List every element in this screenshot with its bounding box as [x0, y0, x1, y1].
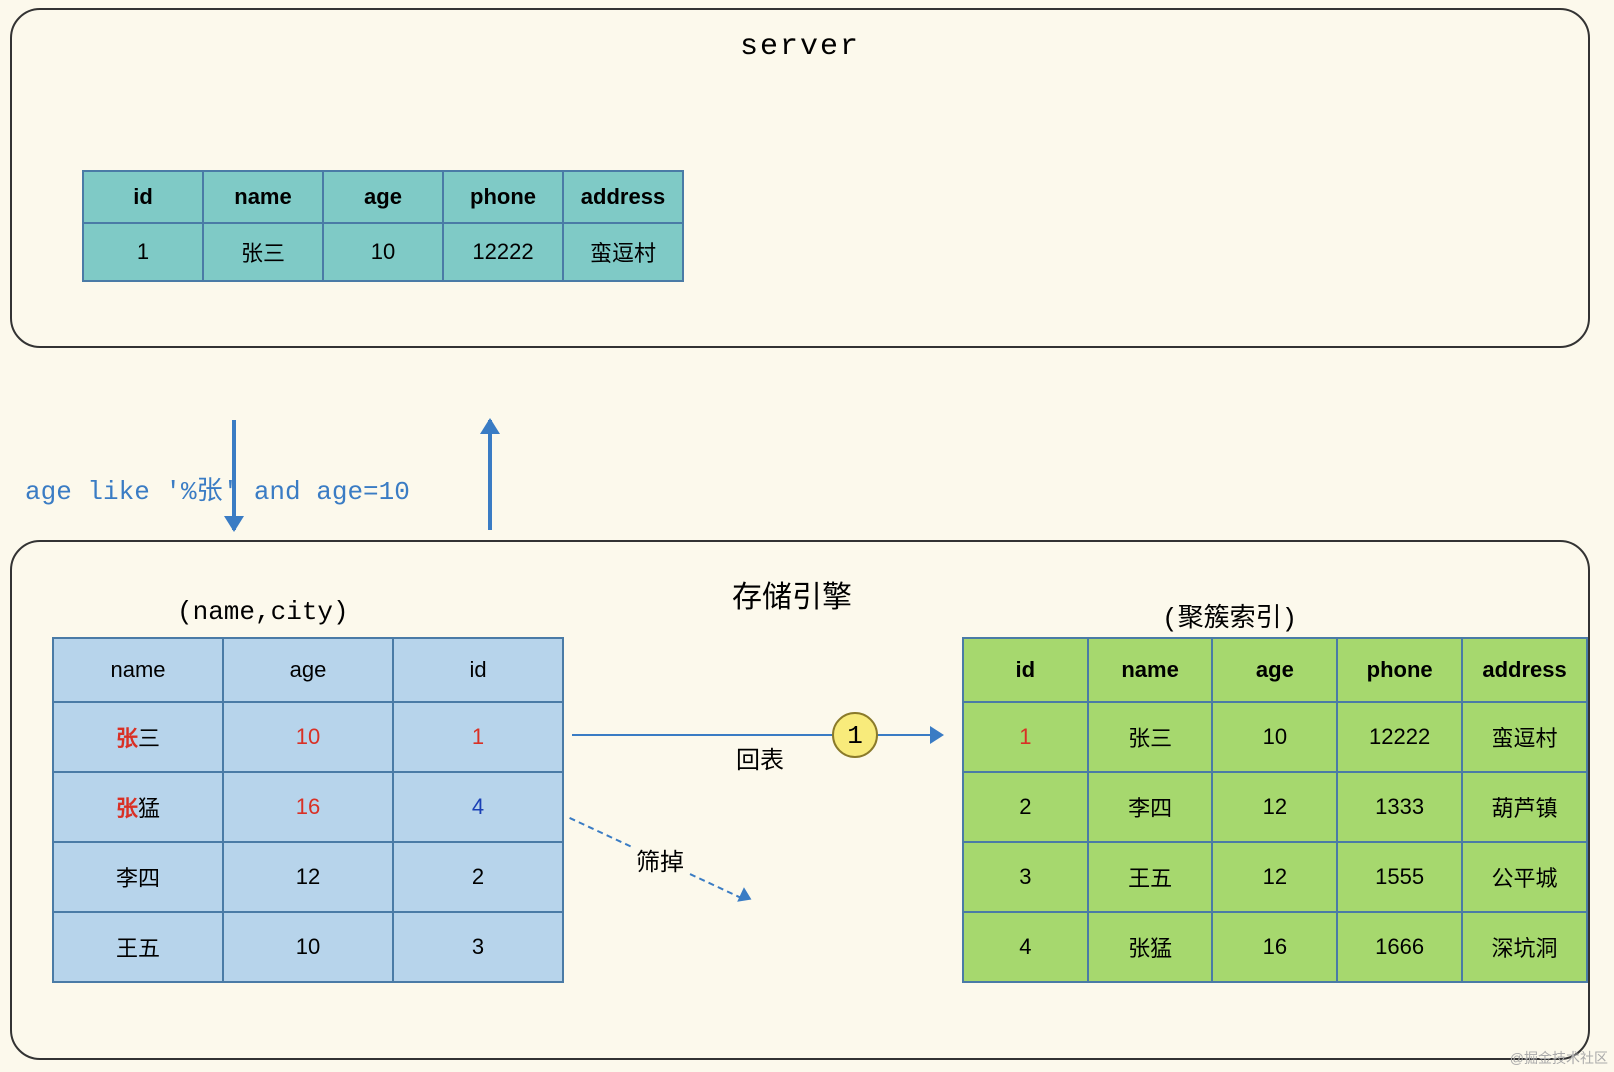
- cell: 张三: [203, 223, 323, 281]
- cell-age: 16: [223, 772, 393, 842]
- cell-age: 12: [223, 842, 393, 912]
- col-id: id: [393, 638, 563, 702]
- col-age: age: [1212, 638, 1337, 702]
- storage-title: 存储引擎: [732, 572, 852, 616]
- table-row: 王五 10 3: [53, 912, 563, 982]
- cell-id: 4: [393, 772, 563, 842]
- secondary-index-table: name age id 张三 10 1 张猛 16 4 李四 12 2 王五 1…: [52, 637, 564, 983]
- cell: 王五: [1088, 842, 1213, 912]
- cell: 1666: [1337, 912, 1462, 982]
- col-address: address: [1462, 638, 1587, 702]
- cell: 3: [963, 842, 1088, 912]
- cell-age: 10: [223, 912, 393, 982]
- cluster-caption: (聚簇索引): [1162, 597, 1297, 634]
- cell: 李四: [1088, 772, 1213, 842]
- cell-id: 3: [393, 912, 563, 982]
- col-age: age: [323, 171, 443, 223]
- col-name: name: [53, 638, 223, 702]
- sql-condition-label: age like '%张' and age=10: [25, 470, 410, 507]
- col-name: name: [1088, 638, 1213, 702]
- storage-panel: 存储引擎 (name,city) (聚簇索引) name age id 张三 1…: [10, 540, 1590, 1060]
- cell: 12222: [1337, 702, 1462, 772]
- cell: 1555: [1337, 842, 1462, 912]
- cell: 1: [963, 702, 1088, 772]
- table-header-row: name age id: [53, 638, 563, 702]
- table-row: 1 张三 10 12222 蛮逗村: [963, 702, 1587, 772]
- table-row: 张猛 16 4: [53, 772, 563, 842]
- cell: 16: [1212, 912, 1337, 982]
- col-id: id: [83, 171, 203, 223]
- col-phone: phone: [443, 171, 563, 223]
- col-age: age: [223, 638, 393, 702]
- col-phone: phone: [1337, 638, 1462, 702]
- watermark: @掘金技术社区: [1510, 1048, 1608, 1068]
- cell: 1: [83, 223, 203, 281]
- table-header-row: id name age phone address: [963, 638, 1587, 702]
- cell: 12: [1212, 772, 1337, 842]
- col-id: id: [963, 638, 1088, 702]
- cell: 2: [963, 772, 1088, 842]
- table-row: 李四 12 2: [53, 842, 563, 912]
- table-row: 2 李四 12 1333 葫芦镇: [963, 772, 1587, 842]
- cell: 葫芦镇: [1462, 772, 1587, 842]
- cell-name: 张三: [53, 702, 223, 772]
- clustered-index-table: id name age phone address 1 张三 10 12222 …: [962, 637, 1588, 983]
- cell: 10: [1212, 702, 1337, 772]
- cell-id: 2: [393, 842, 563, 912]
- filter-label: 筛掉: [632, 842, 688, 877]
- server-panel: server id name age phone address 1 张三 10…: [10, 8, 1590, 348]
- cell: 张猛: [1088, 912, 1213, 982]
- cell: 12: [1212, 842, 1337, 912]
- table-row: 4 张猛 16 1666 深坑洞: [963, 912, 1587, 982]
- cell: 1333: [1337, 772, 1462, 842]
- table-row: 3 王五 12 1555 公平城: [963, 842, 1587, 912]
- table-row: 张三 10 1: [53, 702, 563, 772]
- cell: 深坑洞: [1462, 912, 1587, 982]
- table-header-row: id name age phone address: [83, 171, 683, 223]
- cell: 公平城: [1462, 842, 1587, 912]
- col-address: address: [563, 171, 683, 223]
- index-caption: (name,city): [177, 597, 349, 627]
- cell-name: 王五: [53, 912, 223, 982]
- cell-name: 张猛: [53, 772, 223, 842]
- server-title: server: [12, 30, 1588, 64]
- cell: 12222: [443, 223, 563, 281]
- cell: 4: [963, 912, 1088, 982]
- cell: 张三: [1088, 702, 1213, 772]
- col-name: name: [203, 171, 323, 223]
- cell-name: 李四: [53, 842, 223, 912]
- arrow-right-icon: [572, 734, 942, 736]
- cell: 蛮逗村: [1462, 702, 1587, 772]
- table-row: 1 张三 10 12222 蛮逗村: [83, 223, 683, 281]
- arrow-up-icon: [488, 420, 492, 530]
- server-result-table: id name age phone address 1 张三 10 12222 …: [82, 170, 684, 282]
- cell-age: 10: [223, 702, 393, 772]
- cell: 蛮逗村: [563, 223, 683, 281]
- cell: 10: [323, 223, 443, 281]
- cell-id: 1: [393, 702, 563, 772]
- back-table-label: 回表: [732, 740, 788, 775]
- step-circle-1: 1: [832, 712, 878, 758]
